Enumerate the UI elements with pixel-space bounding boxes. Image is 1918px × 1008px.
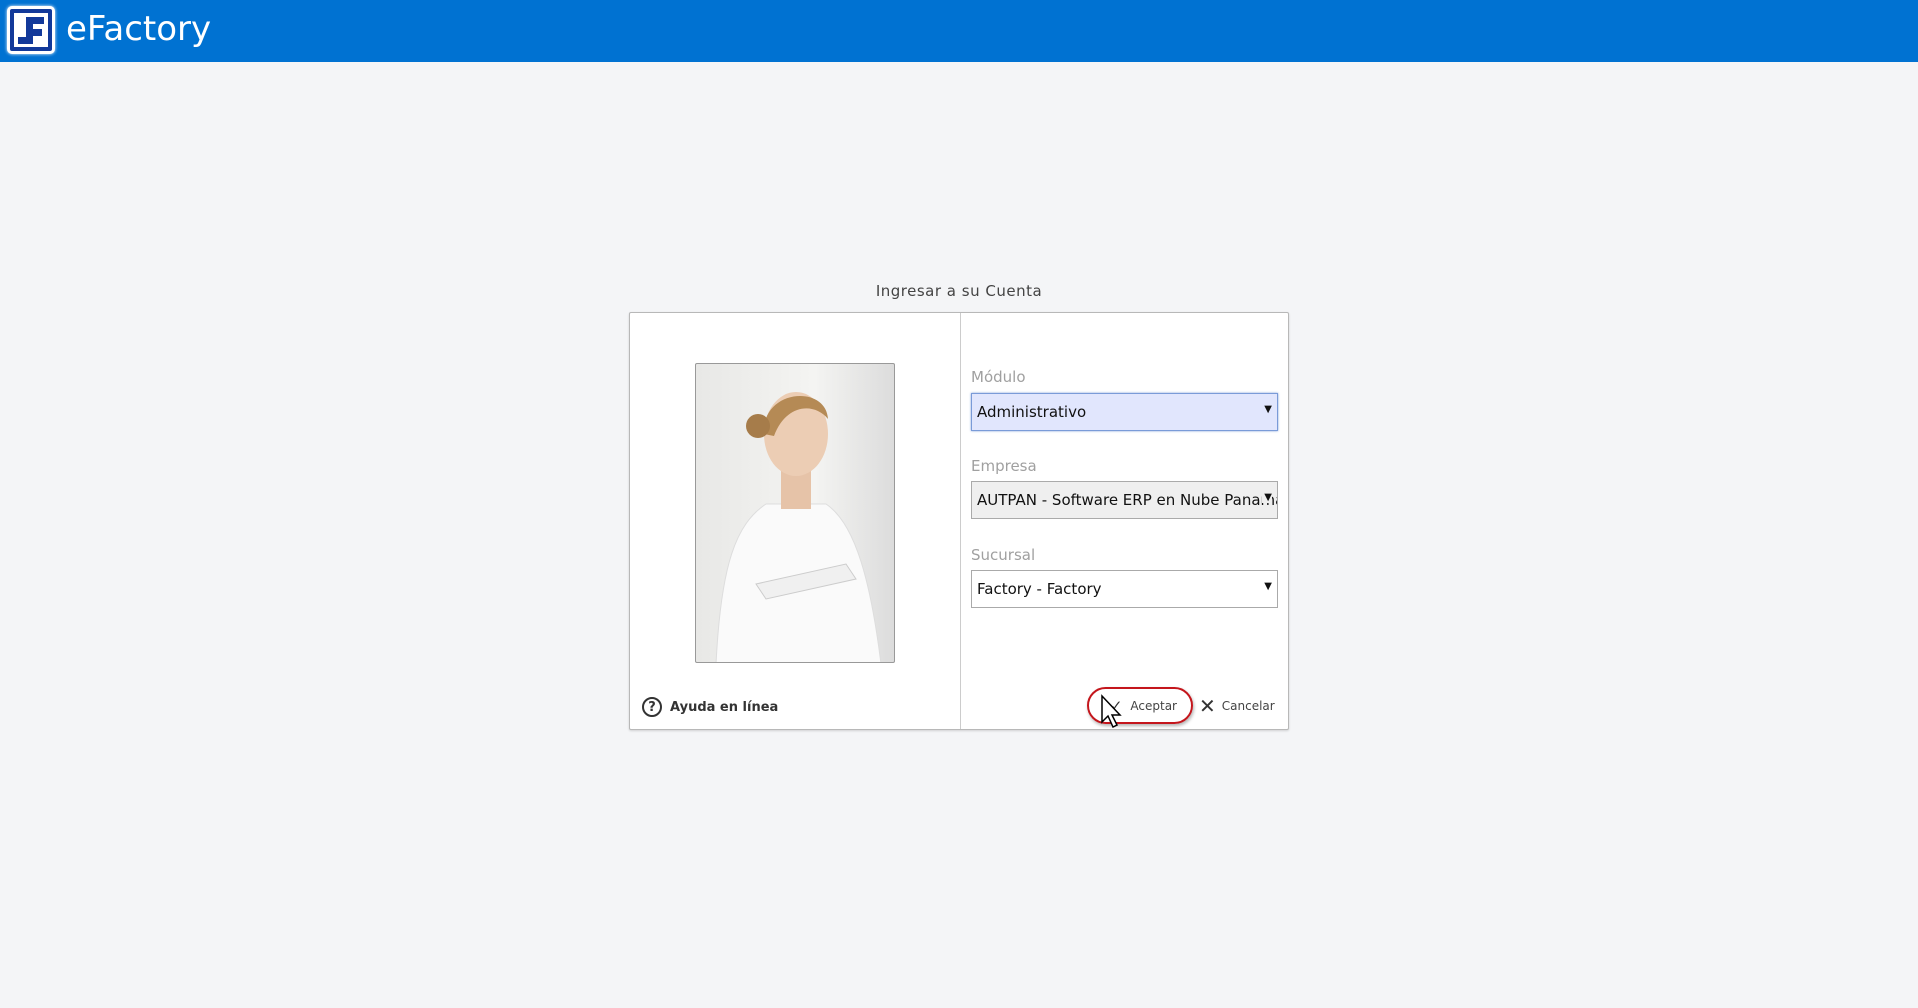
- mouse-cursor-icon: [1101, 694, 1122, 729]
- cancel-label: Cancelar: [1221, 699, 1275, 713]
- empresa-value: AUTPAN - Software ERP en Nube Panamá: [977, 491, 1278, 509]
- question-icon: ?: [642, 697, 662, 717]
- dropdown-arrow-icon: ▼: [1262, 404, 1272, 415]
- empresa-select[interactable]: AUTPAN - Software ERP en Nube Panamá ▼: [971, 481, 1278, 519]
- app-title: eFactory: [66, 9, 212, 49]
- accept-label: Aceptar: [1130, 698, 1177, 713]
- online-help-link[interactable]: ? Ayuda en línea: [642, 697, 778, 717]
- user-photo: [695, 363, 895, 663]
- sucursal-select[interactable]: Factory - Factory ▼: [971, 570, 1278, 608]
- modulo-select[interactable]: Administrativo ▼: [971, 393, 1278, 431]
- modulo-value: Administrativo: [977, 403, 1087, 421]
- panel-divider: [960, 313, 961, 729]
- sucursal-value: Factory - Factory: [977, 580, 1102, 598]
- sucursal-label: Sucursal: [971, 546, 1036, 564]
- help-label: Ayuda en línea: [670, 699, 779, 715]
- close-icon: ✕: [1199, 694, 1216, 718]
- top-bar: eFactory: [0, 0, 1918, 62]
- dropdown-arrow-icon: ▼: [1262, 492, 1272, 503]
- modulo-label: Módulo: [971, 368, 1026, 386]
- empresa-label: Empresa: [971, 457, 1037, 475]
- dropdown-arrow-icon: ▼: [1262, 581, 1272, 592]
- login-title: Ingresar a su Cuenta: [875, 282, 1043, 300]
- cancel-button[interactable]: ✕ Cancelar: [1199, 694, 1275, 718]
- login-panel: ? Ayuda en línea Módulo Administrativo ▼…: [629, 312, 1289, 730]
- efactory-logo: [7, 6, 55, 54]
